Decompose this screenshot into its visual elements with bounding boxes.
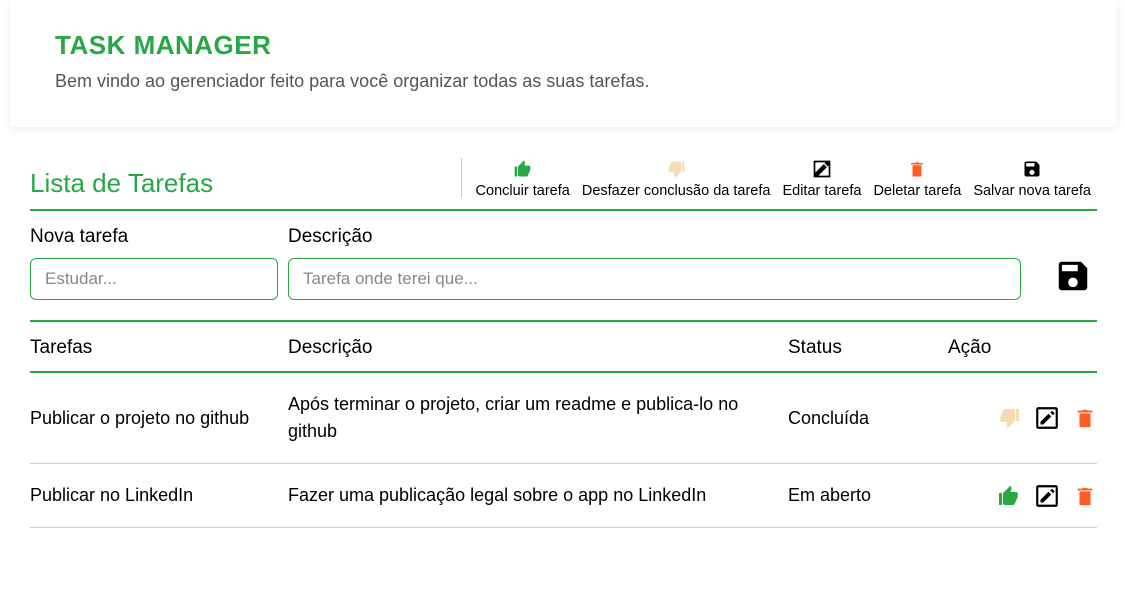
save-icon — [1054, 257, 1092, 295]
th-status: Status — [788, 337, 948, 359]
trash-icon — [1074, 484, 1096, 508]
tasks-table: Tarefas Descrição Status Ação Publicar o… — [30, 337, 1097, 528]
thumbs-down-icon — [666, 157, 686, 181]
edit-button[interactable] — [1035, 484, 1059, 508]
edit-icon — [1034, 405, 1060, 431]
edit-icon — [1034, 483, 1060, 509]
edit-icon — [812, 157, 832, 181]
action-cell — [948, 484, 1097, 508]
legend-complete-label: Concluir tarefa — [476, 183, 570, 199]
status-cell: Concluída — [788, 405, 948, 432]
edit-button[interactable] — [1035, 406, 1059, 430]
header-card: TASK MANAGER Bem vindo ao gerenciador fe… — [10, 0, 1117, 127]
trash-icon — [1074, 406, 1096, 430]
legend-save-label: Salvar nova tarefa — [973, 183, 1091, 199]
thumbs-up-icon — [997, 484, 1021, 508]
table-row: Publicar no LinkedInFazer uma publicação… — [30, 482, 1097, 528]
action-cell — [948, 406, 1097, 430]
th-description: Descrição — [288, 337, 788, 359]
legend-edit-label: Editar tarefa — [782, 183, 861, 199]
description-cell: Após terminar o projeto, criar um readme… — [288, 391, 788, 445]
legend-save: Salvar nova tarefa — [967, 157, 1097, 199]
undo-complete-button[interactable] — [997, 406, 1021, 430]
new-task-form: Nova tarefa Descrição — [30, 226, 1097, 322]
th-task: Tarefas — [30, 337, 288, 359]
legend-divider — [461, 158, 462, 198]
description-input[interactable] — [288, 258, 1021, 300]
legend-edit: Editar tarefa — [776, 157, 867, 199]
description-label: Descrição — [288, 226, 1021, 248]
trash-icon — [908, 157, 926, 181]
delete-button[interactable] — [1073, 406, 1097, 430]
task-cell: Publicar no LinkedIn — [30, 482, 288, 509]
app-title: TASK MANAGER — [55, 30, 1072, 61]
app-subtitle: Bem vindo ao gerenciador feito para você… — [55, 71, 1072, 92]
legend-complete: Concluir tarefa — [470, 157, 576, 199]
legend-delete-label: Deletar tarefa — [873, 183, 961, 199]
legend-undo-label: Desfazer conclusão da tarefa — [582, 183, 771, 199]
delete-button[interactable] — [1073, 484, 1097, 508]
new-task-input[interactable] — [30, 258, 278, 300]
table-header: Tarefas Descrição Status Ação — [30, 337, 1097, 373]
status-cell: Em aberto — [788, 482, 948, 509]
legend-undo: Desfazer conclusão da tarefa — [576, 157, 777, 199]
table-row: Publicar o projeto no githubApós termina… — [30, 391, 1097, 464]
list-title: Lista de Tarefas — [30, 168, 213, 199]
legend: Concluir tarefa Desfazer conclusão da ta… — [453, 157, 1097, 199]
save-icon — [1022, 157, 1042, 181]
thumbs-down-icon — [997, 406, 1021, 430]
th-action: Ação — [948, 337, 1097, 359]
legend-delete: Deletar tarefa — [867, 157, 967, 199]
save-button[interactable] — [1049, 252, 1097, 300]
task-cell: Publicar o projeto no github — [30, 405, 288, 432]
complete-button[interactable] — [997, 484, 1021, 508]
new-task-label: Nova tarefa — [30, 226, 278, 248]
thumbs-up-icon — [513, 157, 533, 181]
description-cell: Fazer uma publicação legal sobre o app n… — [288, 482, 788, 509]
list-header: Lista de Tarefas Concluir tarefa Desfaze… — [30, 157, 1097, 211]
